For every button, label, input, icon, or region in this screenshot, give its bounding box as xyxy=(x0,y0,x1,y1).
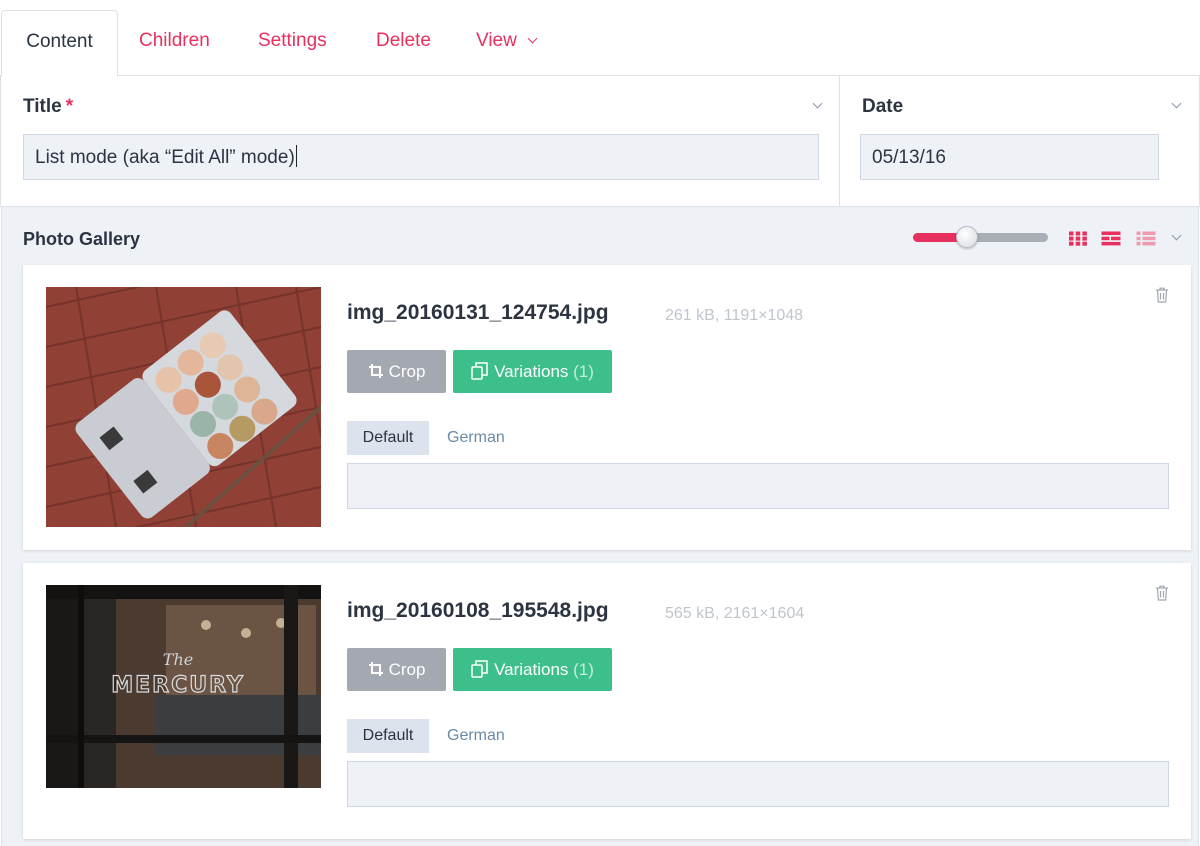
variations-button[interactable]: Variations (1) xyxy=(453,648,612,691)
slider-knob[interactable] xyxy=(956,226,978,248)
lang-tab-default[interactable]: Default xyxy=(347,719,429,753)
thumbnail-size-slider[interactable] xyxy=(913,226,1048,248)
title-label: Title * xyxy=(23,96,73,118)
file-meta: 261 kB, 1191×1048 xyxy=(665,307,804,324)
date-field-panel: Date 05/13/16 xyxy=(839,76,1200,207)
variations-label: Variations xyxy=(494,362,569,381)
crop-icon xyxy=(368,661,383,676)
lang-tab-default[interactable]: Default xyxy=(347,421,429,455)
file-meta: 565 kB, 2161×1604 xyxy=(665,605,805,622)
gallery-title: Photo Gallery xyxy=(23,229,141,249)
caption-input[interactable] xyxy=(347,761,1169,807)
title-field-panel: Title * List mode (aka “Edit All” mode) xyxy=(0,76,839,207)
variations-label: Variations xyxy=(494,660,569,679)
thumb-sign-text: MERCURY xyxy=(111,673,245,698)
variations-count: (1) xyxy=(573,362,594,381)
date-input[interactable]: 05/13/16 xyxy=(860,134,1159,180)
eggs-carton-photo xyxy=(46,287,321,527)
tab-content[interactable]: Content xyxy=(1,10,118,77)
tab-view[interactable]: View xyxy=(476,10,538,76)
caption-input[interactable] xyxy=(347,463,1169,509)
tab-delete[interactable]: Delete xyxy=(376,10,431,76)
crop-button[interactable]: Crop xyxy=(347,350,446,393)
tab-settings[interactable]: Settings xyxy=(258,10,327,76)
gallery-item: img_20160131_124754.jpg 261 kB, 1191×104… xyxy=(23,265,1191,550)
list-detail-view-icon[interactable] xyxy=(1101,231,1121,246)
tab-children[interactable]: Children xyxy=(139,10,210,76)
file-name: img_20160131_124754.jpg xyxy=(347,301,609,324)
date-label: Date xyxy=(862,96,904,117)
variations-count: (1) xyxy=(573,660,594,679)
lang-tab-german[interactable]: German xyxy=(447,421,505,455)
variations-icon xyxy=(471,361,488,380)
crop-label: Crop xyxy=(388,660,426,679)
variations-icon xyxy=(471,659,488,678)
crop-label: Crop xyxy=(388,362,426,381)
restaurant-door-photo: The MERCURY xyxy=(46,585,321,788)
title-input[interactable]: List mode (aka “Edit All” mode) xyxy=(23,134,819,180)
collapse-chevron-icon[interactable] xyxy=(1171,230,1182,241)
lang-tab-german[interactable]: German xyxy=(447,719,505,753)
chevron-down-icon xyxy=(527,33,538,44)
required-marker: * xyxy=(65,96,74,117)
tab-bar: Content Children Settings Delete View xyxy=(0,0,1200,77)
text-caret xyxy=(295,145,297,167)
thumb-script-text: The xyxy=(163,650,193,669)
tab-view-label: View xyxy=(476,30,517,51)
crop-button[interactable]: Crop xyxy=(347,648,446,691)
title-input-value: List mode (aka “Edit All” mode) xyxy=(35,147,295,169)
photo-gallery-panel: Photo Gallery img_20160131_124754.jpg 26… xyxy=(1,207,1199,846)
trash-icon[interactable] xyxy=(1155,287,1169,303)
list-view-icon[interactable] xyxy=(1136,231,1156,246)
crop-icon xyxy=(368,363,383,378)
grid-view-icon[interactable] xyxy=(1068,231,1088,246)
collapse-chevron-icon[interactable] xyxy=(812,98,823,109)
file-name: img_20160108_195548.jpg xyxy=(347,599,609,622)
trash-icon[interactable] xyxy=(1155,585,1169,601)
gallery-item: The MERCURY img_20160108_195548.jpg 565 … xyxy=(23,563,1191,839)
variations-button[interactable]: Variations (1) xyxy=(453,350,612,393)
title-label-text: Title xyxy=(23,96,62,117)
collapse-chevron-icon[interactable] xyxy=(1171,98,1182,109)
